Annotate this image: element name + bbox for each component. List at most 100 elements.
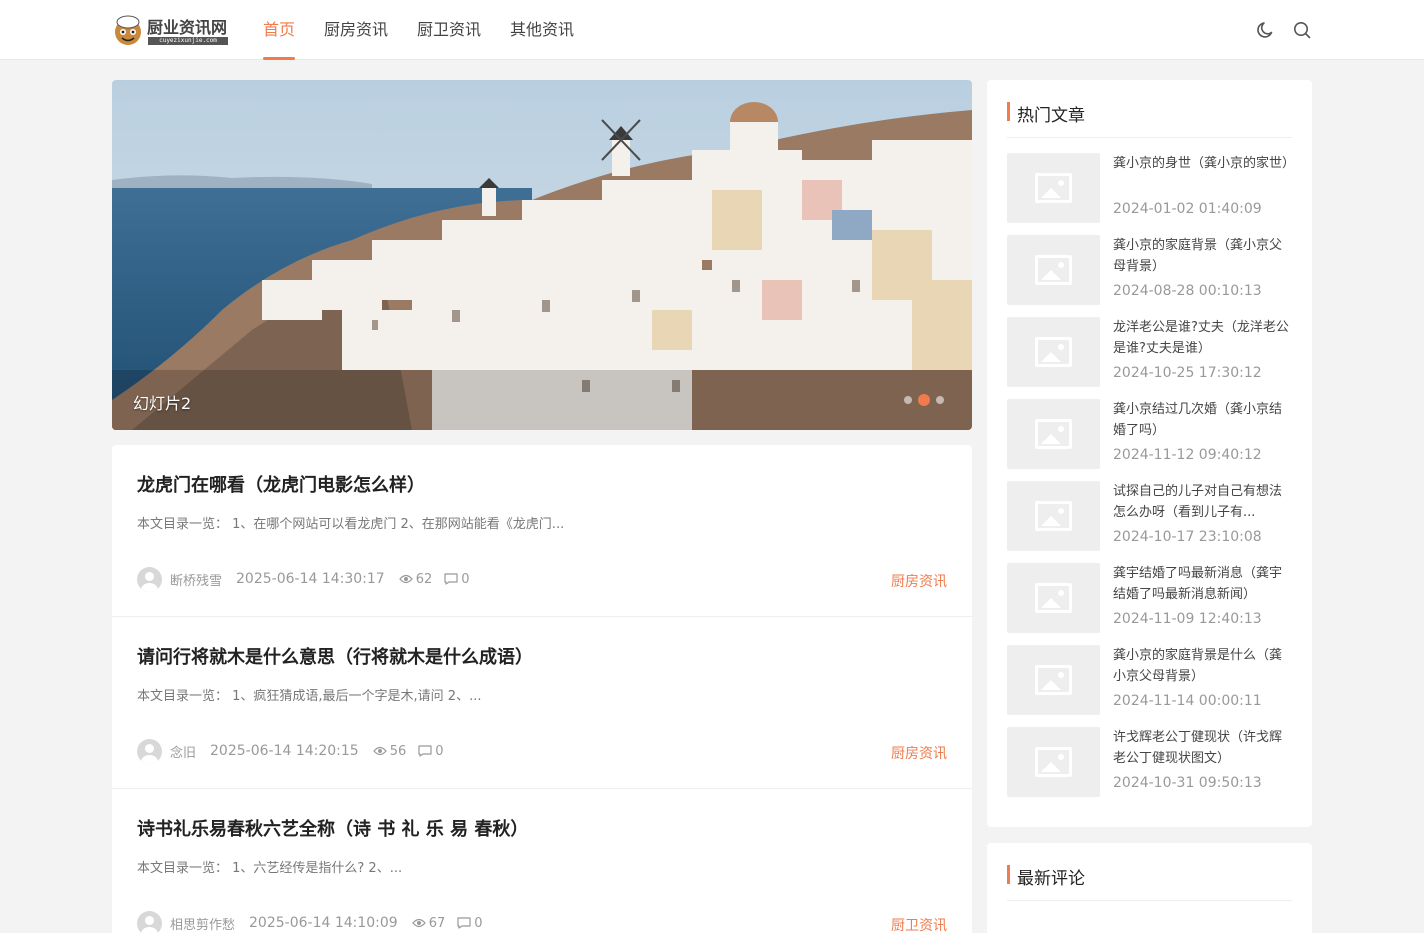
post-comments-count: 0 [461,571,470,587]
hot-article-date: 2024-11-12 09:40:12 [1113,447,1262,463]
post-category[interactable]: 厨卫资讯 [891,915,947,933]
avatar[interactable] [137,566,162,592]
main-nav: 首页 厨房资讯 厨卫资讯 其他资讯 [263,0,603,60]
hot-article-item[interactable]: 龚小京的家庭背景是什么（龚小京父母背景） 2024-11-14 00:00:11 [1007,645,1297,717]
post-views-count: 56 [389,743,407,759]
avatar[interactable] [137,910,162,933]
post-list: 龙虎门在哪看（龙虎门电影怎么样） 本文目录一览： 1、在哪个网站可以看龙虎门 2… [112,445,972,933]
hot-article-title[interactable]: 试探自己的儿子对自己有想法怎么办呀（看到儿子有... [1113,481,1293,523]
post-views: 67 [411,915,446,931]
eye-icon [398,574,413,584]
hot-article-item[interactable]: 龚小京结过几次婚（龚小京结婚了吗） 2024-11-12 09:40:12 [1007,399,1297,471]
hero-slider[interactable]: 幻灯片2 [112,80,972,430]
post-views-count: 62 [415,571,433,587]
widget-header: 最新评论 [1007,863,1292,901]
nav-item-home[interactable]: 首页 [263,0,296,60]
widget-header: 热门文章 [1007,100,1292,138]
post-title[interactable]: 请问行将就木是什么意思（行将就木是什么成语） [137,643,533,669]
image-placeholder-icon [1007,645,1100,715]
post-excerpt: 本文目录一览： 1、疯狂猜成语,最后一个字是木,请问 2、... [137,689,482,704]
hot-article-title[interactable]: 许戈辉老公丁健现状（许戈辉老公丁健现状图文） [1113,727,1293,769]
nav-item-bathroom-news[interactable]: 厨卫资讯 [417,0,481,60]
title-accent-bar [1007,865,1010,884]
widget-title: 最新评论 [1017,869,1085,889]
post-comments-count: 0 [435,743,444,759]
site-name: 厨业资讯网 [147,18,228,37]
hot-article-date: 2024-10-25 17:30:12 [1113,365,1262,381]
post-date: 2025-06-14 14:10:09 [249,915,398,931]
hot-articles-widget: 热门文章 龚小京的身世（龚小京的家世） 2024-01-02 01:40:09 … [987,80,1312,827]
post-comments: 0 [418,743,444,759]
image-placeholder-icon [1007,153,1100,223]
post-views: 62 [398,571,433,587]
hot-article-title[interactable]: 龚小京结过几次婚（龚小京结婚了吗） [1113,399,1293,441]
image-placeholder-icon [1007,481,1100,551]
post-views-count: 67 [428,915,446,931]
site-header: 厨业资讯网 cuyezixunjie.com 首页 厨房资讯 厨卫资讯 其他资讯 [0,0,1424,60]
hot-article-date: 2024-11-14 00:00:11 [1113,693,1262,709]
site-logo[interactable]: 厨业资讯网 cuyezixunjie.com [111,12,229,48]
post-category[interactable]: 厨房资讯 [891,743,947,763]
hot-article-title[interactable]: 龚小京的家庭背景（龚小京父母背景） [1113,235,1293,277]
hot-article-date: 2024-10-31 09:50:13 [1113,775,1262,791]
slide-image [112,80,972,430]
chef-mascot-icon [115,15,141,45]
post-meta: 断桥残雪 2025-06-14 14:30:17 62 0 [137,566,482,592]
hot-article-title[interactable]: 龚小京的身世（龚小京的家世） [1113,153,1293,195]
post-comments-count: 0 [474,915,483,931]
slide-caption: 幻灯片2 [133,394,192,413]
slider-dot-3[interactable] [936,396,944,404]
hot-article-title[interactable]: 龚小京的家庭背景是什么（龚小京父母背景） [1113,645,1293,687]
comment-icon [457,917,471,929]
image-placeholder-icon [1007,727,1100,797]
post-card: 诗书礼乐易春秋六艺全称（诗 书 礼 乐 易 春秋） 本文目录一览： 1、六艺经传… [112,789,972,933]
post-author[interactable]: 相思剪作愁 [170,914,235,933]
post-date: 2025-06-14 14:20:15 [210,743,359,759]
post-card: 龙虎门在哪看（龙虎门电影怎么样） 本文目录一览： 1、在哪个网站可以看龙虎门 2… [112,445,972,617]
eye-icon [372,746,387,756]
hot-article-date: 2024-08-28 00:10:13 [1113,283,1262,299]
post-excerpt: 本文目录一览： 1、六艺经传是指什么? 2、... [137,861,403,876]
hot-article-item[interactable]: 龚宇结婚了吗最新消息（龚宇结婚了吗最新消息新闻） 2024-11-09 12:4… [1007,563,1297,635]
post-excerpt: 本文目录一览： 1、在哪个网站可以看龙虎门 2、在那网站能看《龙虎门... [137,517,565,532]
post-title[interactable]: 龙虎门在哪看（龙虎门电影怎么样） [137,471,425,497]
hot-article-item[interactable]: 试探自己的儿子对自己有想法怎么办呀（看到儿子有... 2024-10-17 23… [1007,481,1297,553]
image-placeholder-icon [1007,399,1100,469]
slider-pagination [904,394,944,406]
slider-dot-2[interactable] [918,394,930,406]
post-title[interactable]: 诗书礼乐易春秋六艺全称（诗 书 礼 乐 易 春秋） [137,815,528,841]
hot-article-item[interactable]: 许戈辉老公丁健现状（许戈辉老公丁健现状图文） 2024-10-31 09:50:… [1007,727,1297,799]
search-icon[interactable] [1292,20,1312,40]
hot-article-title[interactable]: 龚宇结婚了吗最新消息（龚宇结婚了吗最新消息新闻） [1113,563,1293,605]
site-domain: cuyezixunjie.com [148,37,228,45]
hot-article-item[interactable]: 龚小京的身世（龚小京的家世） 2024-01-02 01:40:09 [1007,153,1297,225]
slider-dot-1[interactable] [904,396,912,404]
post-author[interactable]: 念旧 [170,742,196,761]
post-category[interactable]: 厨房资讯 [891,571,947,591]
hot-article-item[interactable]: 龙洋老公是谁?丈夫（龙洋老公是谁?丈夫是谁） 2024-10-25 17:30:… [1007,317,1297,389]
post-meta: 念旧 2025-06-14 14:20:15 56 0 [137,738,456,764]
nav-item-other-news[interactable]: 其他资讯 [510,0,574,60]
post-author[interactable]: 断桥残雪 [170,570,222,589]
avatar[interactable] [137,738,162,764]
latest-comments-widget: 最新评论 [987,843,1312,933]
widget-title: 热门文章 [1017,106,1085,126]
image-placeholder-icon [1007,317,1100,387]
hot-article-date: 2024-10-17 23:10:08 [1113,529,1262,545]
hot-article-item[interactable]: 龚小京的家庭背景（龚小京父母背景） 2024-08-28 00:10:13 [1007,235,1297,307]
title-accent-bar [1007,102,1010,121]
post-views: 56 [372,743,407,759]
hot-article-date: 2024-01-02 01:40:09 [1113,201,1262,217]
post-card: 请问行将就木是什么意思（行将就木是什么成语） 本文目录一览： 1、疯狂猜成语,最… [112,617,972,789]
hot-article-title[interactable]: 龙洋老公是谁?丈夫（龙洋老公是谁?丈夫是谁） [1113,317,1293,359]
comment-icon [418,745,432,757]
post-meta: 相思剪作愁 2025-06-14 14:10:09 67 0 [137,910,495,933]
post-comments: 0 [457,915,483,931]
moon-icon[interactable] [1256,20,1276,40]
image-placeholder-icon [1007,563,1100,633]
post-comments: 0 [444,571,470,587]
hot-article-date: 2024-11-09 12:40:13 [1113,611,1262,627]
post-date: 2025-06-14 14:30:17 [236,571,385,587]
nav-item-kitchen-news[interactable]: 厨房资讯 [324,0,388,60]
eye-icon [411,918,426,928]
